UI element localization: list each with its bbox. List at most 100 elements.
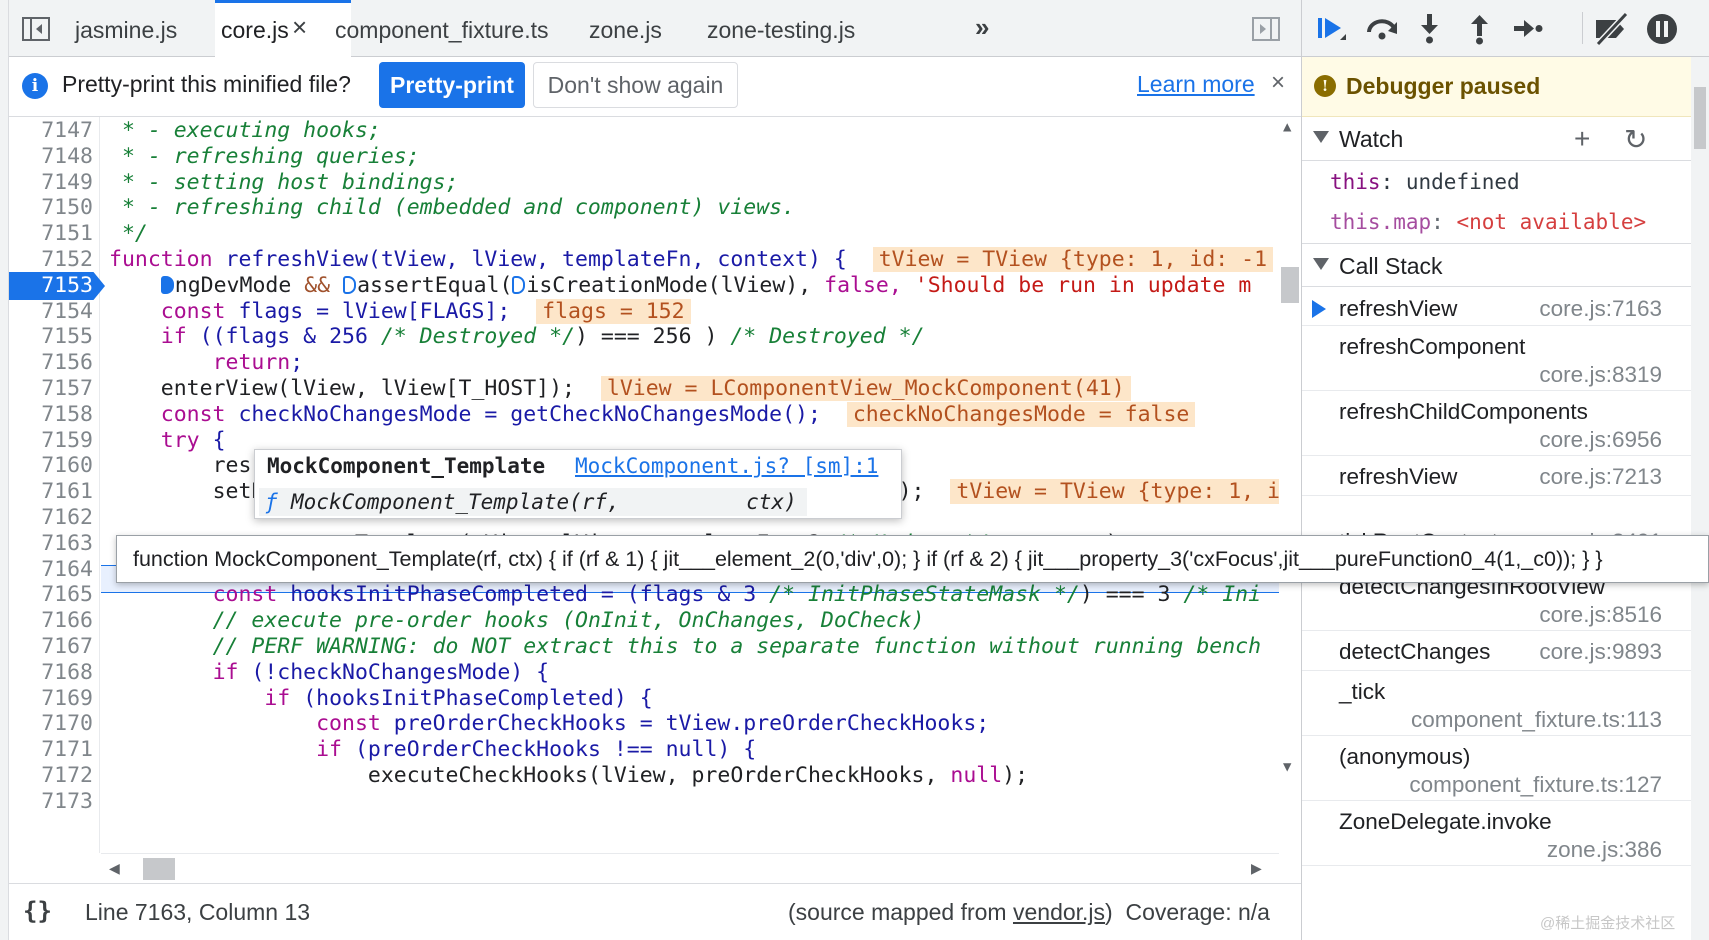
toggle-debugger-icon[interactable] bbox=[1251, 16, 1281, 42]
source-map-link[interactable]: vendor.js bbox=[1013, 899, 1105, 925]
popover-signature[interactable]: MockComponent_Template(rf, ctx) bbox=[291, 490, 797, 514]
frame-location[interactable]: component_fixture.ts:113 bbox=[1411, 707, 1662, 733]
breakpoint-line-number[interactable]: 7153 bbox=[9, 272, 105, 300]
code-line[interactable]: try { bbox=[109, 427, 226, 455]
tab-zone-js[interactable]: zone.js bbox=[589, 0, 662, 57]
line-number[interactable]: 7156 bbox=[9, 349, 93, 377]
code-line[interactable]: if (!checkNoChangesMode) { bbox=[109, 659, 550, 687]
line-number[interactable]: 7162 bbox=[9, 504, 93, 532]
line-number[interactable]: 7169 bbox=[9, 685, 93, 713]
line-number[interactable]: 7163 bbox=[9, 530, 93, 558]
collapse-triangle-icon[interactable] bbox=[1313, 258, 1329, 270]
frame-location[interactable]: core.js:7213 bbox=[1539, 464, 1662, 490]
inline-breakpoint-icon[interactable] bbox=[343, 276, 357, 294]
code-line[interactable]: const hooksInitPhaseCompleted = (flags &… bbox=[109, 581, 1262, 609]
frame-location[interactable]: core.js:8319 bbox=[1539, 362, 1662, 388]
code-line[interactable]: * - executing hooks; bbox=[109, 117, 381, 145]
pretty-print-braces-icon[interactable]: {} bbox=[23, 897, 52, 925]
line-number[interactable]: 7166 bbox=[9, 607, 93, 635]
vertical-scrollbar[interactable]: ▲ ▼ bbox=[1279, 117, 1301, 853]
code-line[interactable]: const flags = lView[FLAGS]; flags = 152 bbox=[109, 298, 691, 326]
line-number[interactable]: 7159 bbox=[9, 427, 93, 455]
line-number[interactable]: 7150 bbox=[9, 194, 93, 222]
call-stack-frame[interactable]: ZoneDelegate.invoke zone.js:386 bbox=[1302, 801, 1691, 866]
code-line[interactable]: * - refreshing child (embedded and compo… bbox=[109, 194, 795, 222]
code-line[interactable]: * - refreshing queries; bbox=[109, 143, 420, 171]
frame-location[interactable]: core.js:8516 bbox=[1539, 602, 1662, 628]
line-number[interactable]: 7171 bbox=[9, 736, 93, 764]
line-number[interactable]: 7167 bbox=[9, 633, 93, 661]
deactivate-breakpoints-icon[interactable] bbox=[1592, 10, 1632, 48]
tab-component-fixture-ts[interactable]: component_fixture.ts bbox=[335, 0, 549, 57]
code-line[interactable]: if (hooksInitPhaseCompleted) { bbox=[109, 685, 652, 713]
frame-location[interactable]: core.js:6956 bbox=[1539, 427, 1662, 453]
scroll-left-arrow-icon[interactable]: ◀ bbox=[109, 860, 120, 877]
line-number[interactable]: 7161 bbox=[9, 478, 93, 506]
watch-section-header[interactable]: Watch + ↻ bbox=[1302, 117, 1691, 161]
step-over-icon[interactable] bbox=[1362, 10, 1402, 48]
frame-location[interactable]: core.js:7163 bbox=[1539, 296, 1662, 322]
step-icon[interactable] bbox=[1508, 10, 1548, 48]
step-out-icon[interactable] bbox=[1460, 10, 1500, 48]
code-line[interactable]: const preOrderCheckHooks = tView.preOrde… bbox=[109, 710, 989, 738]
popover-source-link[interactable]: MockComponent.js? [sm]:1 bbox=[575, 454, 878, 478]
line-number[interactable]: 7168 bbox=[9, 659, 93, 687]
infobar-close-icon[interactable]: × bbox=[1271, 69, 1285, 97]
line-number[interactable]: 7147 bbox=[9, 117, 93, 145]
learn-more-link[interactable]: Learn more bbox=[1137, 71, 1255, 98]
code-line[interactable]: const checkNoChangesMode = getCheckNoCha… bbox=[109, 401, 1196, 429]
add-watch-icon[interactable]: + bbox=[1574, 123, 1590, 155]
code-line[interactable]: // execute pre-order hooks (OnInit, OnCh… bbox=[109, 607, 925, 635]
refresh-watch-icon[interactable]: ↻ bbox=[1624, 123, 1647, 156]
inline-breakpoint-icon[interactable] bbox=[512, 276, 526, 294]
inline-breakpoint-icon[interactable] bbox=[160, 276, 174, 294]
scroll-right-arrow-icon[interactable]: ▶ bbox=[1251, 860, 1262, 877]
scroll-down-arrow-icon[interactable]: ▼ bbox=[1283, 759, 1291, 775]
code-line[interactable]: // PERF WARNING: do NOT extract this to … bbox=[109, 633, 1261, 661]
line-number[interactable]: 7151 bbox=[9, 220, 93, 248]
code-line[interactable]: return; bbox=[109, 349, 304, 377]
pause-on-exceptions-icon[interactable] bbox=[1642, 10, 1682, 48]
tab-close-button[interactable]: × bbox=[292, 14, 307, 40]
code-line[interactable]: executeCheckHooks(lView, preOrderCheckHo… bbox=[109, 762, 1028, 790]
line-number[interactable]: 7170 bbox=[9, 710, 93, 738]
call-stack-frame[interactable]: _tick component_fixture.ts:113 bbox=[1302, 671, 1691, 736]
call-stack-frame[interactable]: refreshView core.js:7213 bbox=[1302, 456, 1691, 496]
code-line[interactable]: if (preOrderCheckHooks !== null) { bbox=[109, 736, 756, 764]
call-stack-frame[interactable]: refreshView core.js:7163 bbox=[1302, 288, 1691, 326]
line-number[interactable]: 7160 bbox=[9, 452, 93, 480]
line-number[interactable]: 7164 bbox=[9, 556, 93, 584]
line-number[interactable]: 7172 bbox=[9, 762, 93, 790]
horizontal-scrollbar[interactable]: ◀ ▶ bbox=[101, 853, 1279, 883]
code-line[interactable] bbox=[109, 504, 213, 532]
line-number[interactable]: 7157 bbox=[9, 375, 93, 403]
tab-core-js[interactable]: core.js bbox=[221, 0, 289, 57]
code-line[interactable]: */ bbox=[109, 220, 148, 248]
sidebar-scroll-thumb[interactable] bbox=[1694, 87, 1706, 149]
pretty-print-button[interactable]: Pretty-print bbox=[379, 62, 525, 108]
line-number[interactable]: 7149 bbox=[9, 169, 93, 197]
line-number[interactable]: 7158 bbox=[9, 401, 93, 429]
line-number[interactable]: 7165 bbox=[9, 581, 93, 609]
collapse-triangle-icon[interactable] bbox=[1313, 131, 1329, 143]
call-stack-frame[interactable]: (anonymous) component_fixture.ts:127 bbox=[1302, 736, 1691, 801]
call-stack-section-header[interactable]: Call Stack bbox=[1302, 243, 1691, 287]
toggle-navigator-icon[interactable] bbox=[21, 16, 51, 42]
tab-jasmine-js[interactable]: jasmine.js bbox=[75, 0, 177, 57]
code-line[interactable]: ngDevMode && assertEqual(isCreationMode(… bbox=[109, 272, 1251, 300]
code-line[interactable]: if ((flags & 256 /* Destroyed */) === 25… bbox=[109, 323, 925, 351]
scroll-up-arrow-icon[interactable]: ▲ bbox=[1283, 119, 1291, 135]
line-number[interactable]: 7155 bbox=[9, 323, 93, 351]
code-line[interactable]: * - setting host bindings; bbox=[109, 169, 459, 197]
code-line[interactable]: function refreshView(tView, lView, templ… bbox=[109, 246, 1274, 274]
dont-show-again-button[interactable]: Don't show again bbox=[533, 62, 738, 108]
frame-location[interactable]: component_fixture.ts:127 bbox=[1409, 772, 1662, 798]
resume-icon[interactable] bbox=[1312, 10, 1352, 48]
line-number[interactable]: 7173 bbox=[9, 788, 93, 816]
frame-location[interactable]: core.js:9893 bbox=[1539, 639, 1662, 665]
more-tabs-button[interactable]: » bbox=[975, 14, 989, 40]
call-stack-frame[interactable]: refreshComponent core.js:8319 bbox=[1302, 326, 1691, 391]
frame-location[interactable]: zone.js:386 bbox=[1547, 837, 1662, 863]
code-line[interactable]: enterView(lView, lView[T_HOST]); lView =… bbox=[109, 375, 1131, 403]
watch-expression[interactable]: this: undefined bbox=[1330, 170, 1520, 194]
